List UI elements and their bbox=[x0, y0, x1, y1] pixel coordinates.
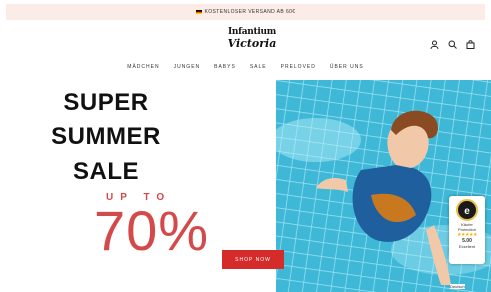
hero-banner: SUPER SUMMER SALE UP TO 70% SHOP NOW bbox=[6, 80, 491, 292]
hero-line-super: SUPER bbox=[63, 89, 149, 116]
badge-label: Exzellent bbox=[458, 244, 476, 249]
trust-seal-icon: e bbox=[456, 199, 478, 221]
promo-text: KOSTENLOSER VERSAND AB 60€ bbox=[204, 9, 296, 15]
promo-bar: KOSTENLOSER VERSAND AB 60€ bbox=[6, 4, 485, 20]
nav-item-sale[interactable]: SALE bbox=[250, 64, 267, 70]
main-nav: MÄDCHEN JUNGEN BABYS SALE PRELOVED ÜBER … bbox=[0, 64, 491, 70]
hero-line-summer: SUMMER bbox=[51, 123, 161, 150]
hero-percent: 70% bbox=[94, 199, 210, 262]
site-logo[interactable]: Infantium Victoria bbox=[224, 27, 280, 55]
nav-item-preloved[interactable]: PRELOVED bbox=[281, 64, 316, 70]
logo-line2: Victoria bbox=[227, 37, 277, 50]
shop-now-button[interactable]: SHOP NOW bbox=[222, 250, 284, 269]
search-icon[interactable] bbox=[448, 36, 457, 49]
nav-item-jungen[interactable]: JUNGEN bbox=[174, 64, 201, 70]
germany-flag-icon bbox=[195, 10, 202, 14]
hero-line-sale: SALE bbox=[72, 158, 139, 185]
header-icons bbox=[430, 36, 475, 50]
language-label: Deutsch bbox=[450, 284, 465, 289]
trust-badge[interactable]: e Käufer Protection ★★★★★ 5.00 Exzellent bbox=[449, 196, 485, 264]
language-selector[interactable]: Deutsch bbox=[450, 284, 465, 289]
nav-item-maedchen[interactable]: MÄDCHEN bbox=[127, 64, 159, 70]
account-icon[interactable] bbox=[430, 36, 439, 50]
nav-item-ueber-uns[interactable]: ÜBER UNS bbox=[330, 64, 364, 70]
cart-icon[interactable] bbox=[466, 36, 475, 49]
nav-item-babys[interactable]: BABYS bbox=[214, 64, 236, 70]
